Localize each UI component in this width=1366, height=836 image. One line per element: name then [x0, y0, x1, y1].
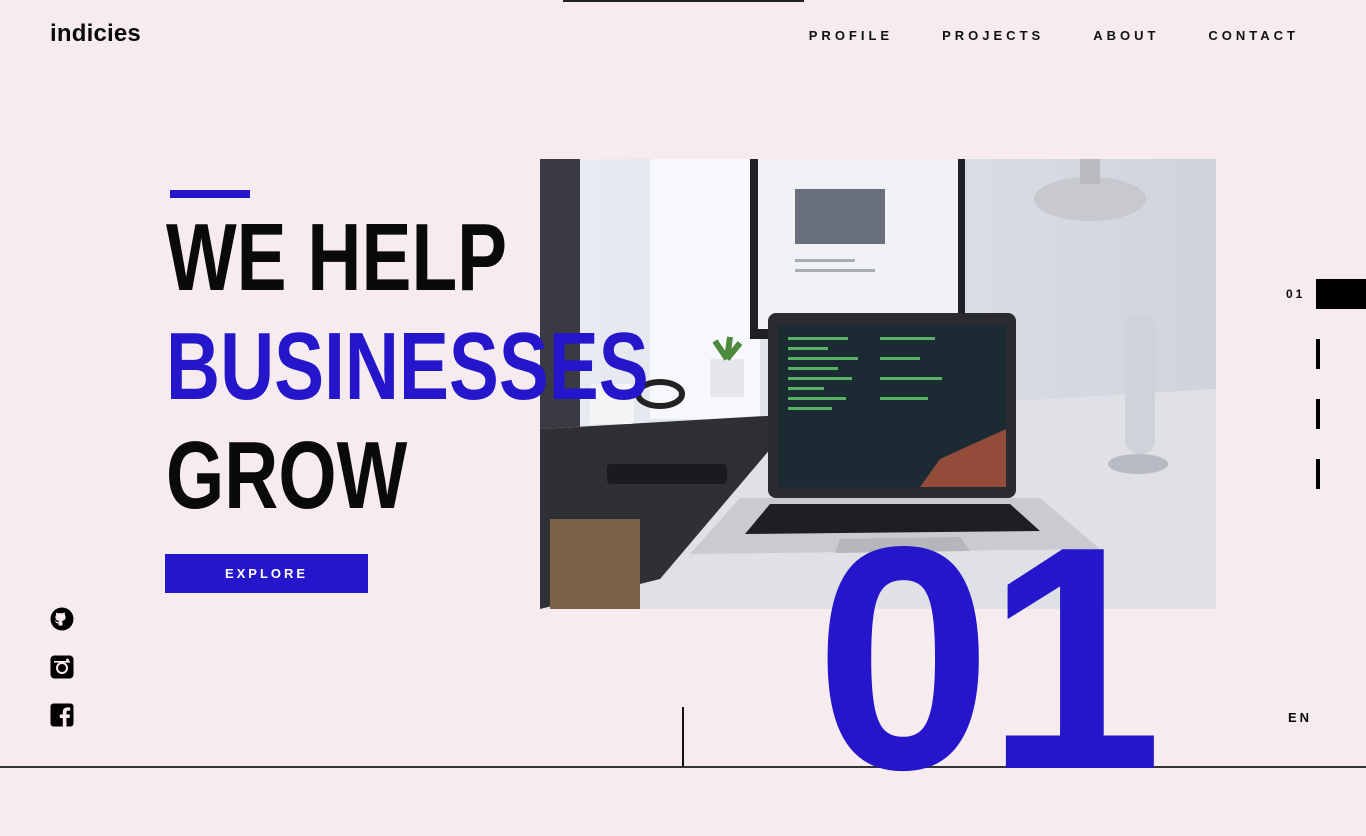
slide-counter: 01	[1286, 287, 1306, 301]
instagram-icon[interactable]	[50, 655, 74, 679]
social-links	[50, 607, 74, 727]
top-divider	[563, 0, 804, 2]
slide-indicator-active[interactable]	[1316, 279, 1366, 309]
nav-profile[interactable]: PROFILE	[809, 28, 893, 43]
headline-line-1: WE HELP	[166, 204, 508, 311]
headline-accent-bar	[170, 190, 250, 198]
main-nav: PROFILE PROJECTS ABOUT CONTACT	[809, 28, 1299, 43]
scroll-indicator-line	[682, 707, 684, 768]
facebook-icon[interactable]	[50, 703, 74, 727]
language-switch[interactable]: EN	[1288, 710, 1312, 725]
nav-about[interactable]: ABOUT	[1093, 28, 1159, 43]
hero-headline: WE HELP BUSINESSES GROW	[166, 203, 785, 530]
nav-contact[interactable]: CONTACT	[1208, 28, 1299, 43]
explore-button[interactable]: EXPLORE	[165, 554, 368, 593]
slide-indicator-3[interactable]	[1316, 399, 1320, 429]
headline-line-3: GROW	[166, 422, 408, 529]
nav-projects[interactable]: PROJECTS	[942, 28, 1044, 43]
slide-indicator-2[interactable]	[1316, 339, 1320, 369]
github-icon[interactable]	[50, 607, 74, 631]
headline-line-2: BUSINESSES	[166, 313, 649, 420]
slide-big-number: 01	[815, 481, 1163, 836]
slide-indicator-4[interactable]	[1316, 459, 1320, 489]
logo[interactable]: indicies	[50, 20, 141, 48]
